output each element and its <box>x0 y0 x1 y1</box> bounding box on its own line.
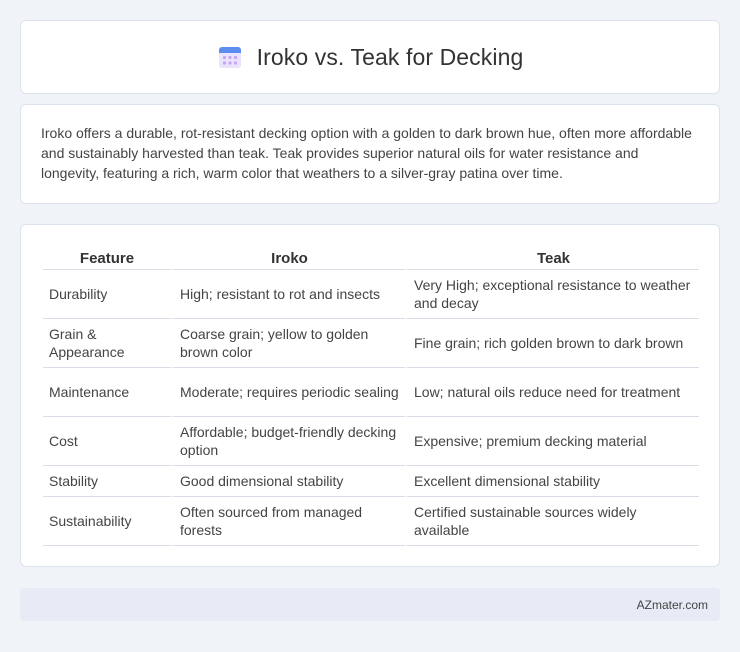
teak-cell: Expensive; premium decking material <box>405 417 699 466</box>
iroko-cell: Good dimensional stability <box>171 466 405 497</box>
column-header-iroko: Iroko <box>171 243 405 270</box>
column-header-feature: Feature <box>43 243 171 270</box>
teak-cell: Fine grain; rich golden brown to dark br… <box>405 319 699 368</box>
title-wrap: Iroko vs. Teak for Decking <box>217 44 524 71</box>
comparison-table: Feature Iroko Teak Durability High; resi… <box>43 243 699 546</box>
footer-site-label: AZmater.com <box>636 597 708 612</box>
page-title: Iroko vs. Teak for Decking <box>256 43 524 70</box>
teak-cell: Certified sustainable sources widely ava… <box>405 497 699 546</box>
title-card: Iroko vs. Teak for Decking <box>20 20 720 94</box>
table-row: Durability High; resistant to rot and in… <box>43 270 699 319</box>
teak-cell: Low; natural oils reduce need for treatm… <box>405 368 699 417</box>
iroko-cell: Moderate; requires periodic sealing <box>171 368 405 417</box>
feature-cell: Stability <box>43 466 171 497</box>
table-row: Grain & Appearance Coarse grain; yellow … <box>43 319 699 368</box>
iroko-cell: Affordable; budget-friendly decking opti… <box>171 417 405 466</box>
iroko-cell: High; resistant to rot and insects <box>171 270 405 319</box>
column-header-teak: Teak <box>405 243 699 270</box>
calendar-icon <box>218 47 241 68</box>
feature-cell: Sustainability <box>43 497 171 546</box>
comparison-card: Feature Iroko Teak Durability High; resi… <box>20 224 720 567</box>
feature-cell: Durability <box>43 270 171 319</box>
table-row: Cost Affordable; budget-friendly decking… <box>43 417 699 466</box>
table-row: Sustainability Often sourced from manage… <box>43 497 699 546</box>
intro-text: Iroko offers a durable, rot-resistant de… <box>41 125 692 181</box>
iroko-cell: Often sourced from managed forests <box>171 497 405 546</box>
intro-card: Iroko offers a durable, rot-resistant de… <box>20 104 720 204</box>
table-row: Stability Good dimensional stability Exc… <box>43 466 699 497</box>
feature-cell: Grain & Appearance <box>43 319 171 368</box>
footer-bar: AZmater.com <box>20 588 720 621</box>
feature-cell: Cost <box>43 417 171 466</box>
teak-cell: Excellent dimensional stability <box>405 466 699 497</box>
table-header-row: Feature Iroko Teak <box>43 243 699 270</box>
table-row: Maintenance Moderate; requires periodic … <box>43 368 699 417</box>
feature-cell: Maintenance <box>43 368 171 417</box>
teak-cell: Very High; exceptional resistance to wea… <box>405 270 699 319</box>
iroko-cell: Coarse grain; yellow to golden brown col… <box>171 319 405 368</box>
